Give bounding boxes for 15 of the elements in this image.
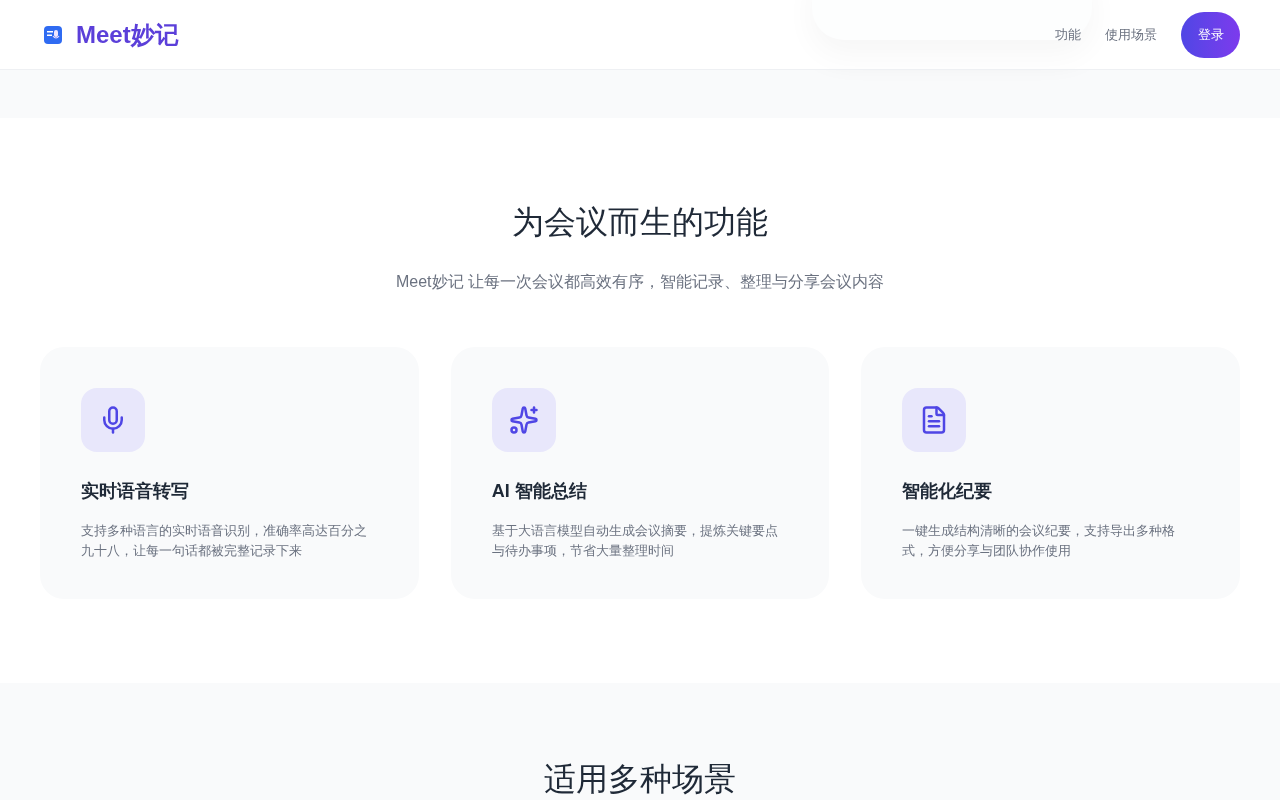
section-title: 适用多种场景 (544, 760, 736, 799)
feature-description: 基于大语言模型自动生成会议摘要，提炼关键要点与待办事项，节省大量整理时间 (491, 523, 779, 560)
nav-link[interactable]: 功能 (1055, 24, 1081, 45)
section-subtitle: Meet妙记 让每一次会议都高效有序，智能记录、整理与分享会议内容 (396, 272, 884, 292)
login-button[interactable]: 登录 (1181, 11, 1240, 58)
section-title: 为会议而生的功能 (512, 203, 768, 242)
sparkles-icon (508, 405, 539, 435)
feature-title: AI 智能总结 (491, 480, 588, 503)
feature-title: 智能化纪要 (902, 480, 994, 503)
brand-name[interactable]: Meet妙记 (76, 16, 179, 53)
feature-title: 实时语音转写 (81, 480, 190, 503)
microphone-logo-icon (44, 25, 62, 44)
feature-description: 一键生成结构清晰的会议纪要，支持导出多种格式，方便分享与团队协作使用 (902, 523, 1177, 560)
nav-link[interactable]: 使用场景 (1105, 24, 1157, 45)
feature-description: 支持多种语言的实时语音识别，准确率高达百分之九十八，让每一句话都被完整记录下来 (81, 523, 368, 560)
